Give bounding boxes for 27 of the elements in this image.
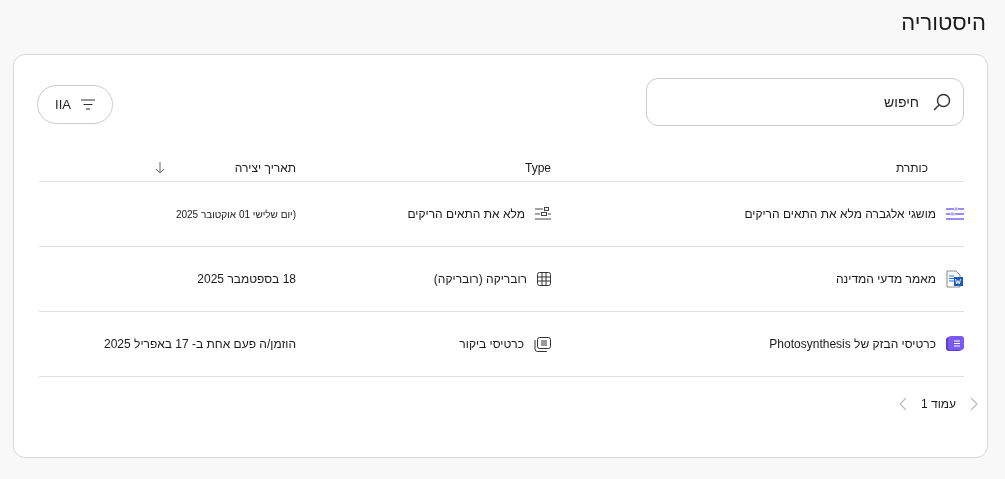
flashcards-icon <box>534 336 551 352</box>
column-header[interactable]: תאריך יצירה <box>234 160 296 175</box>
document-icon <box>946 270 964 288</box>
filter-button[interactable]: IIA <box>37 85 113 124</box>
item-date: 18 בספטמבר 2025 <box>197 272 296 286</box>
fill-blanks-icon <box>535 207 551 221</box>
fill-blanks-icon <box>946 207 964 221</box>
item-type: מלא את התאים הריקים <box>407 207 525 221</box>
search-icon <box>932 92 952 112</box>
flashcards-icon <box>946 336 964 352</box>
search-field[interactable]: חיפוש <box>646 78 964 126</box>
grid-icon <box>537 272 551 286</box>
chevron-left-icon <box>898 397 907 411</box>
item-date: (יום שלישי 01 אוקטובר 2025 <box>175 208 296 220</box>
page-number: עמוד 1 <box>920 397 956 411</box>
page-title: היסטוריה <box>901 9 987 37</box>
column-header[interactable]: Type <box>525 160 551 175</box>
filter-icon <box>80 99 95 110</box>
item-date: הוזמן/ה פעם אחת ב- 17 באפריל 2025 <box>104 337 296 351</box>
item-type: כרטיסי ביקור <box>459 337 524 351</box>
item-title[interactable]: מאמר מדעי המדינה <box>836 272 936 286</box>
item-type: רובריקה (רובריקה) <box>433 272 527 286</box>
column-header[interactable]: כותרת <box>895 160 928 175</box>
item-title[interactable]: כרטיסי הבזק של Photosynthesis <box>769 337 936 351</box>
chevron-right-icon <box>970 397 978 411</box>
item-title[interactable]: מושגי אלגברה מלא את התאים הריקים <box>744 207 936 221</box>
sort-down-icon <box>154 161 165 174</box>
